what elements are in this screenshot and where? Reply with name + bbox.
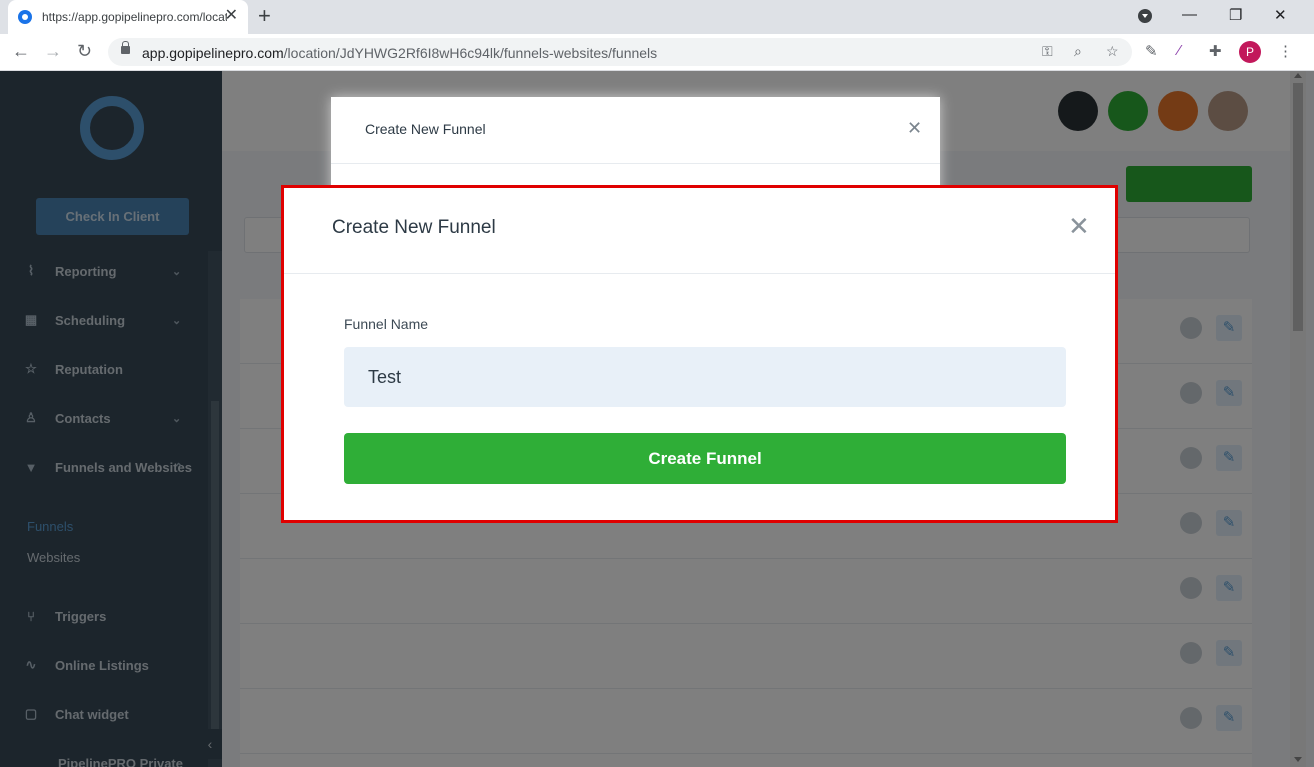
site-favicon-icon [18, 10, 32, 24]
profile-avatar[interactable]: P [1239, 41, 1261, 63]
close-icon[interactable]: ✕ [1068, 213, 1090, 239]
funnel-name-label: Funnel Name [344, 316, 429, 332]
browser-tab[interactable]: https://app.gopipelinepro.com/location/J… [8, 0, 248, 34]
divider [331, 163, 940, 164]
maximize-icon[interactable]: ❐ [1229, 6, 1242, 24]
extension-feather-icon[interactable]: ⁄ [1178, 42, 1181, 59]
key-icon[interactable]: ⚿ [1042, 43, 1053, 60]
extensions-puzzle-icon[interactable]: ✚ [1209, 42, 1222, 60]
url-host: app.gopipelinepro.com [142, 45, 284, 61]
url-path: /location/JdYHWG2Rf6I8wH6c94lk/funnels-w… [283, 45, 658, 61]
funnel-name-input[interactable] [344, 347, 1066, 407]
tab-search-icon[interactable] [1138, 9, 1152, 23]
browser-toolbar: ← → ↻ app.gopipelinepro.com/location/JdY… [0, 34, 1314, 71]
extension-bell-icon[interactable]: ✎ [1145, 42, 1158, 60]
background-modal-title: Create New Funnel [365, 121, 486, 137]
divider [284, 273, 1115, 274]
reload-icon[interactable]: ↻ [77, 41, 92, 61]
window-close-icon[interactable]: ✕ [1274, 6, 1287, 24]
modal-title: Create New Funnel [332, 217, 496, 238]
create-funnel-modal: Create New Funnel ✕ Funnel Name Create F… [281, 185, 1118, 523]
forward-icon[interactable]: → [44, 41, 62, 61]
back-icon[interactable]: ← [12, 41, 30, 61]
zoom-icon[interactable]: ⌕ [1074, 43, 1082, 60]
tab-close-icon[interactable]: ✕ [225, 8, 238, 24]
app-page: Check In Client ⌇ Reporting ⌄ ▦ Scheduli… [0, 71, 1314, 767]
tab-title: https://app.gopipelinepro.com/location/J… [42, 10, 227, 24]
browser-tab-bar: https://app.gopipelinepro.com/location/J… [0, 0, 1314, 34]
url-text[interactable]: app.gopipelinepro.com/location/JdYHWG2Rf… [142, 45, 657, 61]
menu-kebab-icon[interactable]: ⋮ [1278, 42, 1293, 60]
create-funnel-button[interactable]: Create Funnel [344, 433, 1066, 484]
lock-icon[interactable] [121, 41, 130, 54]
new-tab-icon[interactable]: + [258, 5, 271, 27]
address-bar[interactable]: app.gopipelinepro.com/location/JdYHWG2Rf… [108, 38, 1132, 66]
bookmark-star-icon[interactable]: ☆ [1106, 43, 1119, 60]
minimize-icon[interactable]: — [1182, 6, 1197, 23]
close-icon[interactable]: ✕ [907, 119, 922, 137]
